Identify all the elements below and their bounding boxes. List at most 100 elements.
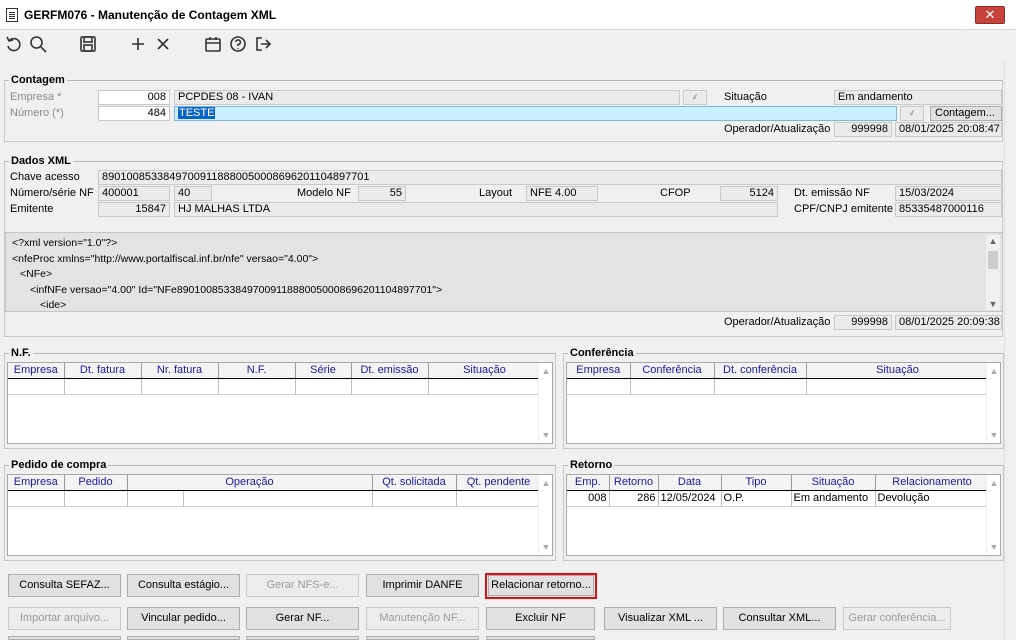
column-header[interactable]: Dt. emissão — [351, 363, 429, 379]
consultar-sefaz-button[interactable]: Consulta SEFAZ... — [8, 574, 121, 597]
column-header[interactable]: Relacionamento — [875, 475, 990, 491]
calendar-icon[interactable] — [203, 34, 225, 56]
column-header[interactable]: Conferência — [630, 363, 715, 379]
column-header[interactable]: Situação — [791, 475, 876, 491]
search-icon[interactable] — [28, 34, 50, 56]
scroll-down-icon[interactable]: ▼ — [987, 541, 1001, 553]
retorno-emp-cell: 008 — [567, 490, 610, 507]
empresa-code-field[interactable]: 008 — [98, 90, 170, 105]
column-header[interactable]: N.F. — [218, 363, 296, 379]
column-header[interactable]: Situação — [428, 363, 542, 379]
column-header[interactable]: Empresa — [8, 363, 65, 379]
xml-line: <infNFe versao="4.00" Id="NFe89010085338… — [30, 283, 443, 296]
column-header[interactable]: Tipo — [721, 475, 792, 491]
column-header[interactable]: Retorno — [609, 475, 659, 491]
gerar-conferencia-button[interactable]: Gerar conferência... — [843, 607, 951, 630]
gerar-nfs-button[interactable]: Gerar NFS-e... — [246, 574, 359, 597]
numero-serie-label: Número/série NF — [10, 187, 94, 199]
add-icon[interactable] — [128, 34, 150, 56]
close-button[interactable]: ✕ — [975, 6, 1005, 24]
scroll-down-icon[interactable]: ▼ — [987, 429, 1001, 441]
nf-grid[interactable]: Empresa Dt. fatura Nr. fatura N.F. Série… — [7, 362, 553, 444]
lookup-icon[interactable]: ⸙ — [900, 106, 924, 121]
partial-button[interactable] — [486, 636, 595, 640]
scroll-up-icon[interactable]: ▲ — [539, 365, 553, 377]
save-icon[interactable] — [78, 34, 100, 56]
column-header[interactable]: Data — [658, 475, 722, 491]
lookup-icon[interactable]: ⸙ — [683, 90, 707, 105]
table-row[interactable]: 008 286 12/05/2024 O.P. Em andamento Dev… — [567, 490, 990, 507]
delete-icon[interactable] — [153, 34, 175, 56]
scroll-up-icon[interactable]: ▲ — [539, 477, 553, 489]
scroll-down-icon[interactable]: ▼ — [539, 541, 553, 553]
conferencia-grid[interactable]: Empresa Conferência Dt. conferência Situ… — [566, 362, 1001, 444]
help-icon[interactable] — [228, 34, 250, 56]
column-header[interactable]: Pedido — [64, 475, 128, 491]
undo-icon[interactable] — [4, 34, 26, 56]
exit-icon[interactable] — [253, 34, 275, 56]
gerar-nf-button[interactable]: Gerar NF... — [246, 607, 359, 630]
scroll-thumb[interactable] — [988, 251, 998, 269]
consultar-xml-button[interactable]: Consultar XML... — [723, 607, 836, 630]
manutencao-nf-button[interactable]: Manutenção NF... — [366, 607, 479, 630]
operador-field: 999998 — [834, 122, 892, 137]
retorno-number-cell: 286 — [609, 490, 659, 507]
column-header[interactable]: Emp. — [567, 475, 610, 491]
conferencia-grid-scrollbar[interactable]: ▲ ▼ — [986, 363, 1000, 443]
xml-content[interactable]: <?xml version="1.0"?> <nfeProc xmlns="ht… — [5, 232, 1003, 312]
partial-button[interactable] — [127, 636, 240, 640]
title-bar: GERFM076 - Manutenção de Contagem XML ✕ — [0, 0, 1016, 30]
nf-grid-scrollbar[interactable]: ▲ ▼ — [538, 363, 552, 443]
xml-scrollbar[interactable]: ▲ ▼ — [986, 235, 1000, 310]
dt-emissao-field: 15/03/2024 — [895, 186, 1002, 201]
partial-button[interactable] — [246, 636, 359, 640]
column-header[interactable]: Nr. fatura — [141, 363, 219, 379]
numero-field[interactable]: 484 — [98, 106, 170, 121]
importar-arquivo-button[interactable]: Importar arquivo... — [8, 607, 121, 630]
retorno-situacao-cell: Em andamento — [791, 490, 876, 507]
table-row[interactable] — [8, 490, 542, 507]
column-header[interactable]: Operação — [127, 475, 373, 491]
partial-button[interactable] — [8, 636, 121, 640]
retorno-relacionamento-cell: Devolução — [875, 490, 990, 507]
pedido-grid-scrollbar[interactable]: ▲ ▼ — [538, 475, 552, 555]
descricao-field[interactable]: TESTE — [174, 106, 897, 121]
column-header[interactable]: Empresa — [567, 363, 631, 379]
chave-acesso-field: 8901008533849700911888005000869620110489… — [98, 170, 1002, 185]
contagem-button[interactable]: Contagem... — [930, 106, 1002, 121]
table-row[interactable] — [567, 378, 990, 395]
operador-label: Operador/Atualização — [724, 123, 831, 135]
highlight-frame — [485, 573, 597, 599]
column-header[interactable]: Série — [295, 363, 352, 379]
partial-button[interactable] — [366, 636, 479, 640]
retorno-grid-scrollbar[interactable]: ▲ ▼ — [986, 475, 1000, 555]
scroll-up-icon[interactable]: ▲ — [987, 477, 1001, 489]
consultar-estagio-button[interactable]: Consulta estágio... — [127, 574, 240, 597]
scroll-down-icon[interactable]: ▼ — [986, 298, 1000, 310]
column-header[interactable]: Situação — [806, 363, 990, 379]
column-header[interactable]: Qt. pendente — [456, 475, 542, 491]
cpf-cnpj-field: 85335487000116 — [895, 202, 1002, 217]
visualizar-xml-button[interactable]: Visualizar XML ... — [604, 607, 717, 630]
serie-nf-field: 40 — [174, 186, 212, 201]
retorno-date-cell: 12/05/2024 — [658, 490, 722, 507]
situacao-label: Situação — [724, 91, 767, 103]
scroll-up-icon[interactable]: ▲ — [987, 365, 1001, 377]
atualizacao-field: 08/01/2025 20:08:47 — [895, 122, 1002, 137]
xml-operador-field: 999998 — [834, 315, 892, 330]
pedido-grid[interactable]: Empresa Pedido Operação Qt. solicitada Q… — [7, 474, 553, 556]
excluir-nf-button[interactable]: Excluir NF — [486, 607, 595, 630]
window-scrollbar[interactable] — [1004, 60, 1016, 640]
retorno-grid[interactable]: Emp. Retorno Data Tipo Situação Relacion… — [566, 474, 1001, 556]
scroll-down-icon[interactable]: ▼ — [539, 429, 553, 441]
column-header[interactable]: Dt. fatura — [64, 363, 142, 379]
table-row[interactable] — [8, 378, 542, 395]
imprimir-danfe-button[interactable]: Imprimir DANFE — [366, 574, 479, 597]
scroll-up-icon[interactable]: ▲ — [986, 235, 1000, 247]
column-header[interactable]: Qt. solicitada — [372, 475, 457, 491]
vincular-pedido-button[interactable]: Vincular pedido... — [127, 607, 240, 630]
emitente-name-field: HJ MALHAS LTDA — [174, 202, 778, 217]
column-header[interactable]: Dt. conferência — [714, 363, 807, 379]
conferencia-title: Conferência — [568, 347, 636, 359]
column-header[interactable]: Empresa — [8, 475, 65, 491]
